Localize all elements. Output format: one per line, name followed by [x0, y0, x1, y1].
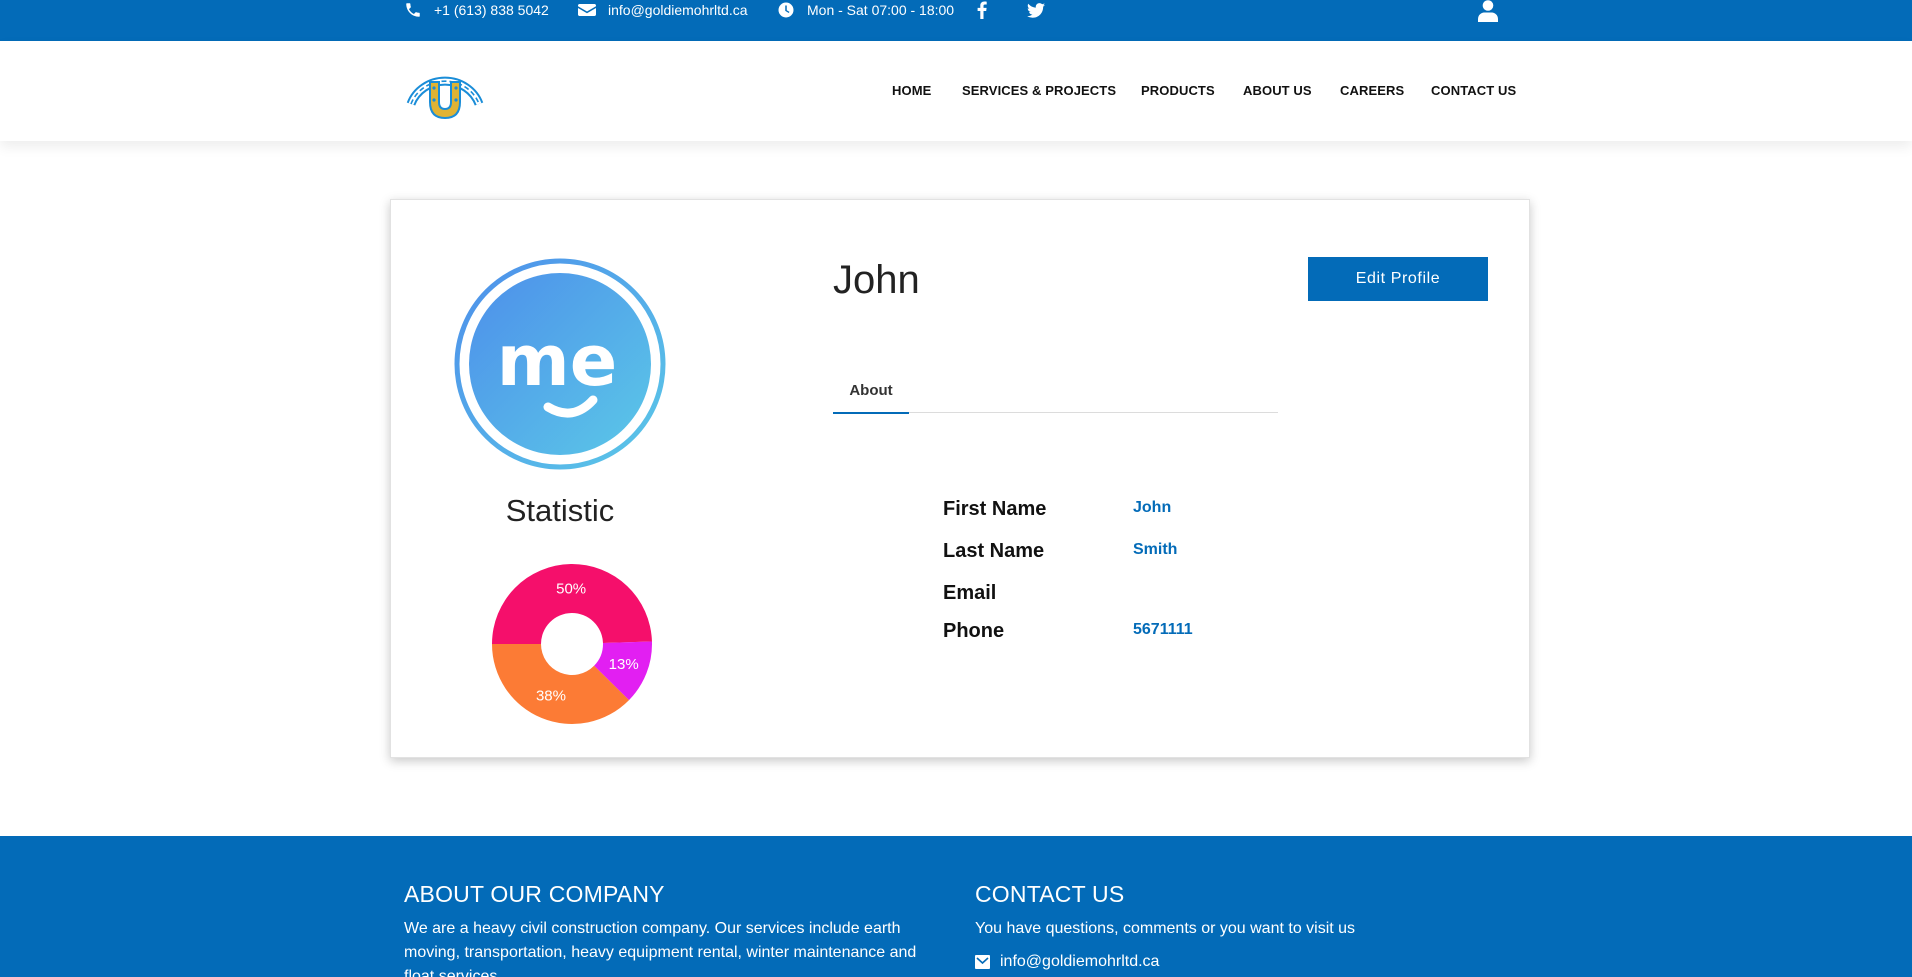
- nav-contact-us[interactable]: CONTACT US: [1431, 83, 1516, 98]
- mail-icon: [975, 955, 990, 969]
- donut-label-1: 13%: [609, 656, 639, 673]
- nav-products[interactable]: PRODUCTS: [1141, 83, 1215, 98]
- twitter-icon: [1027, 2, 1045, 18]
- company-logo[interactable]: [403, 58, 487, 126]
- user-icon: [1478, 0, 1498, 22]
- donut-label-0: 50%: [556, 581, 586, 598]
- twitter-link[interactable]: [1027, 0, 1045, 20]
- facebook-link[interactable]: [977, 0, 987, 20]
- profile-tabs: About: [833, 382, 1278, 414]
- user-account-button[interactable]: [1470, 0, 1506, 41]
- clock-icon: [778, 2, 794, 18]
- donut-slice-0: [492, 563, 652, 644]
- first-name-label: First Name: [943, 498, 1047, 520]
- last-name-label: Last Name: [943, 540, 1045, 562]
- nav-careers[interactable]: CAREERS: [1340, 83, 1404, 98]
- first-name-value: John: [1133, 499, 1172, 516]
- footer-email-link[interactable]: info@goldiemohrltd.ca: [975, 953, 1159, 971]
- profile-avatar: me: [453, 257, 667, 471]
- nav-services-projects[interactable]: SERVICES & PROJECTS: [962, 83, 1116, 98]
- nav-about-us[interactable]: ABOUT US: [1243, 83, 1312, 98]
- goldie-mohr-logo: [406, 76, 484, 120]
- statistic-donut-chart: 50% 13% 38%: [492, 563, 652, 724]
- phone-label: Phone: [943, 620, 1005, 642]
- about-company-text: We are a heavy civil construction compan…: [404, 920, 917, 977]
- donut-label-2: 38%: [536, 687, 566, 704]
- facebook-icon: [977, 1, 987, 19]
- statistic-title: Statistic: [505, 493, 615, 528]
- email-label: Email: [943, 582, 997, 604]
- svg-text:me: me: [497, 320, 617, 402]
- me-avatar-icon: me: [454, 258, 666, 470]
- last-name-value: Smith: [1133, 541, 1178, 558]
- contact-title: CONTACT US: [975, 881, 1125, 907]
- hours-text: Mon - Sat 07:00 - 18:00: [807, 2, 955, 18]
- main-header: HOME SERVICES & PROJECTS PRODUCTS ABOUT …: [0, 41, 1912, 141]
- phone-icon: [406, 3, 420, 17]
- nav-home[interactable]: HOME: [892, 83, 931, 98]
- footer-email-text: info@goldiemohrltd.ca: [1000, 953, 1160, 970]
- profile-card: me Statistic 50% 13% 38% John Edit Profile…: [390, 199, 1530, 758]
- tab-about[interactable]: About: [833, 382, 909, 414]
- edit-profile-button[interactable]: Edit Profile: [1308, 257, 1488, 301]
- email-text: info@goldiemohrltd.ca: [608, 2, 748, 18]
- phone-text: +1 (613) 838 5042: [434, 2, 549, 18]
- site-footer: ABOUT OUR COMPANY We are a heavy civil c…: [0, 836, 1912, 977]
- phone-contact[interactable]: +1 (613) 838 5042: [404, 0, 549, 20]
- profile-name: John: [833, 258, 920, 302]
- contact-text: You have questions, comments or you want…: [975, 920, 1356, 937]
- top-contact-bar: +1 (613) 838 5042 info@goldiemohrltd.ca …: [0, 0, 1912, 41]
- hours-info: Mon - Sat 07:00 - 18:00: [777, 0, 954, 20]
- email-contact[interactable]: info@goldiemohrltd.ca: [578, 0, 748, 20]
- envelope-icon: [578, 4, 596, 16]
- phone-value: 5671111: [1133, 621, 1193, 638]
- about-company-title: ABOUT OUR COMPANY: [404, 881, 665, 907]
